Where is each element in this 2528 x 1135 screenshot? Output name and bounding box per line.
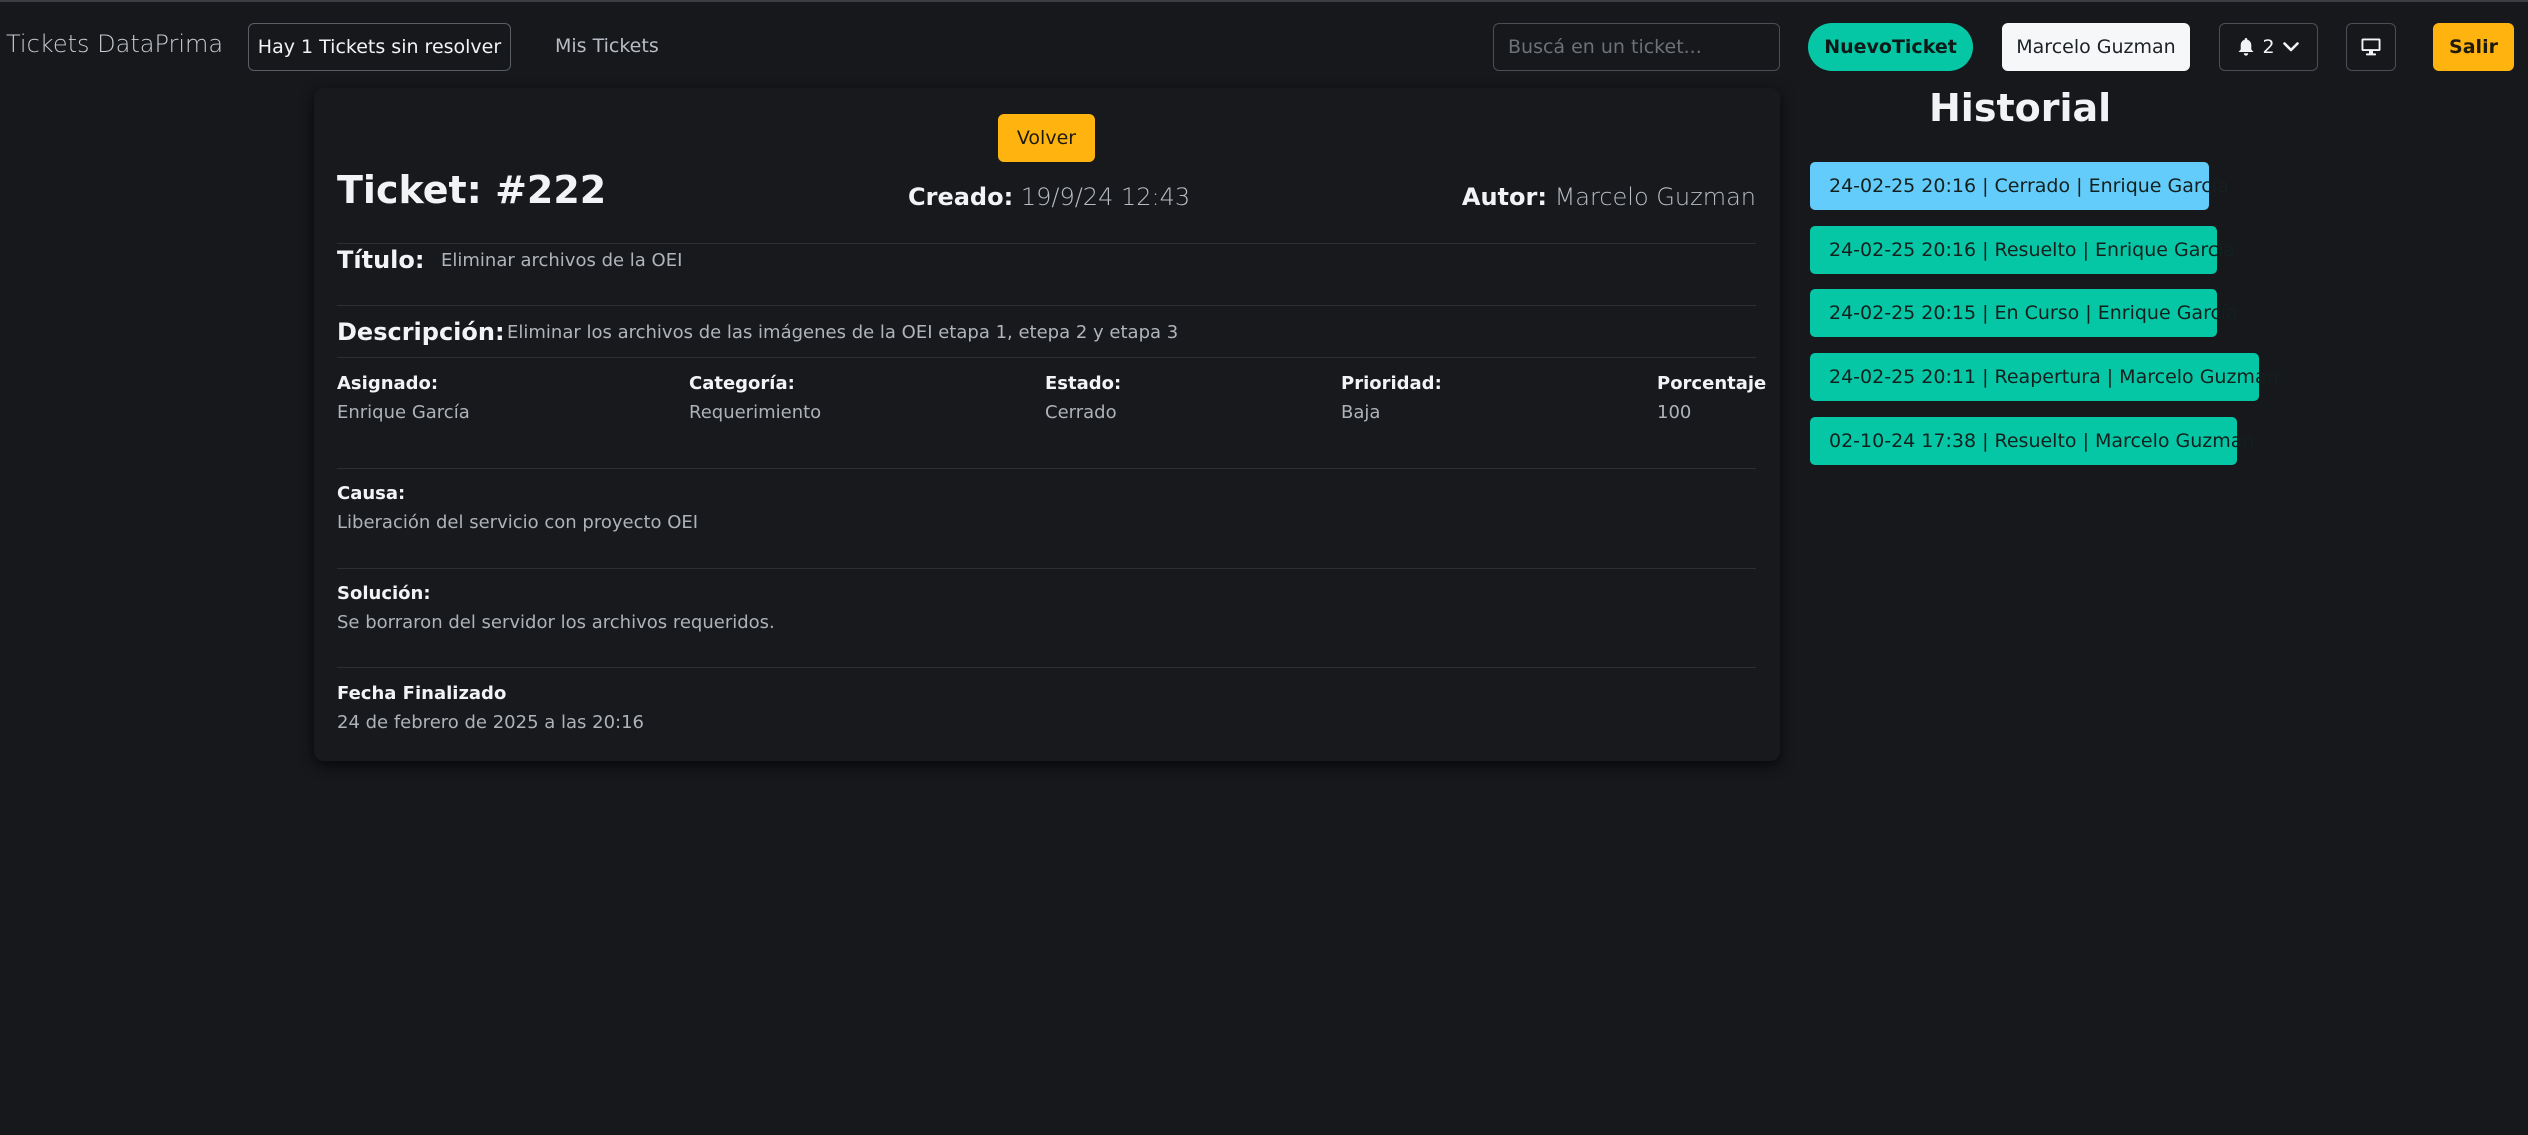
- asignado-label: Asignado:: [337, 373, 439, 394]
- ticket-title: Ticket: #222: [337, 168, 607, 212]
- new-ticket-button[interactable]: NuevoTicket: [1808, 23, 1973, 71]
- descripcion-value: Eliminar los archivos de las imágenes de…: [507, 322, 1179, 343]
- created-value: 19/9/24 12:43: [1020, 183, 1191, 211]
- divider: [337, 305, 1756, 306]
- porcentaje-value: 100: [1657, 402, 1692, 423]
- divider: [337, 568, 1756, 569]
- brand-link[interactable]: Tickets DataPrima: [6, 30, 223, 58]
- author-label: Autor:: [1461, 183, 1547, 211]
- causa-label: Causa:: [337, 483, 406, 504]
- historial-item: 24-02-25 20:16 | Cerrado | Enrique Garcí…: [1810, 162, 2229, 210]
- historial-item: 24-02-25 20:15 | En Curso | Enrique Garc…: [1810, 289, 2238, 337]
- fecha-finalizado-label: Fecha Finalizado: [337, 683, 507, 704]
- titulo-value: Eliminar archivos de la OEI: [441, 250, 683, 271]
- historial-title: Historial: [1929, 86, 2112, 130]
- titulo-label: Título:: [337, 246, 425, 274]
- historial-item: 24-02-25 20:11 | Reapertura | Marcelo Gu…: [1810, 353, 2279, 401]
- my-tickets-link[interactable]: Mis Tickets: [555, 35, 659, 57]
- historial-item: 24-02-25 20:16 | Resuelto | Enrique Garc…: [1810, 226, 2235, 274]
- divider: [337, 357, 1756, 358]
- solucion-value: Se borraron del servidor los archivos re…: [337, 612, 775, 633]
- back-button[interactable]: Volver: [998, 114, 1095, 162]
- author-value: Marcelo Guzman: [1554, 183, 1756, 211]
- created-label: Creado:: [908, 183, 1014, 211]
- prioridad-label: Prioridad:: [1341, 373, 1442, 394]
- estado-value: Cerrado: [1045, 402, 1117, 423]
- estado-label: Estado:: [1045, 373, 1122, 394]
- descripcion-label: Descripción:: [337, 318, 505, 346]
- causa-value: Liberación del servicio con proyecto OEI: [337, 512, 699, 533]
- search-input[interactable]: [1493, 23, 1780, 71]
- categoria-value: Requerimiento: [689, 402, 822, 423]
- user-button[interactable]: Marcelo Guzman: [2002, 23, 2190, 71]
- categoria-label: Categoría:: [689, 373, 795, 394]
- notifications-dropdown[interactable]: 2: [2219, 23, 2318, 71]
- notifications-count: 2: [2262, 36, 2275, 58]
- porcentaje-label: Porcentaje: [1657, 373, 1767, 394]
- historial-item: 02-10-24 17:38 | Resuelto | Marcelo Guzm…: [1810, 417, 2254, 465]
- unresolved-tickets-button[interactable]: Hay 1 Tickets sin resolver: [248, 23, 511, 71]
- prioridad-value: Baja: [1341, 402, 1381, 423]
- solucion-label: Solución:: [337, 583, 431, 604]
- chevron-down-icon: [2282, 42, 2299, 52]
- display-toggle-button[interactable]: [2346, 23, 2396, 71]
- asignado-value: Enrique García: [337, 402, 470, 423]
- divider: [337, 243, 1756, 244]
- bell-icon: [2238, 38, 2254, 56]
- logout-button[interactable]: Salir: [2433, 23, 2514, 71]
- author-info: Autor: Marcelo Guzman: [1462, 183, 1756, 211]
- monitor-icon: [2361, 38, 2381, 56]
- divider: [337, 667, 1756, 668]
- fecha-finalizado-value: 24 de febrero de 2025 a las 20:16: [337, 712, 645, 733]
- created-info: Creado: 19/9/24 12:43: [908, 183, 1190, 211]
- divider: [337, 468, 1756, 469]
- navbar: Tickets DataPrima Hay 1 Tickets sin reso…: [0, 2, 2528, 88]
